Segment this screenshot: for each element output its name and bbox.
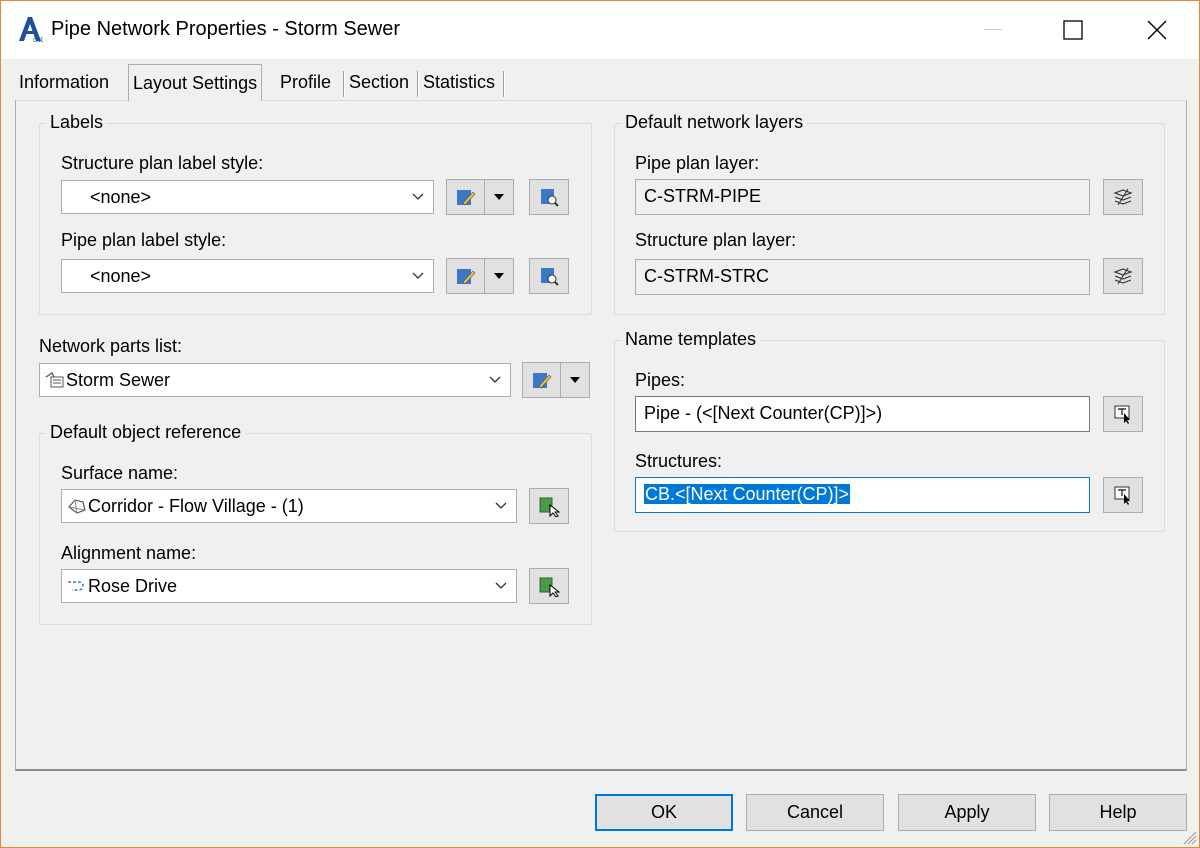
window-title: Pipe Network Properties - Storm Sewer [51, 18, 401, 40]
style-detail-icon [541, 268, 559, 286]
structures-template-edit-button[interactable] [1103, 477, 1143, 513]
pipe-layer-button[interactable] [1103, 179, 1143, 215]
structure-label-style-detail-button[interactable] [529, 179, 569, 215]
close-icon [1147, 20, 1167, 40]
help-button[interactable]: Help [1049, 794, 1187, 831]
structure-label-style-dropdown[interactable]: <none> [61, 180, 434, 214]
pipes-template-label: Pipes: [635, 370, 686, 390]
minimize-button[interactable] [947, 1, 1039, 59]
structure-label-style-label: Structure plan label style: [61, 153, 264, 173]
chevron-down-icon [486, 502, 516, 510]
style-detail-icon [541, 189, 559, 207]
chevron-down-icon [486, 582, 516, 590]
structures-template-label: Structures: [635, 451, 723, 471]
surface-name-dropdown[interactable]: Corridor - Flow Village - (1) [61, 489, 517, 523]
apply-button[interactable]: Apply [898, 794, 1036, 831]
close-button[interactable] [1111, 1, 1200, 59]
structure-layer-field[interactable]: C-STRM-STRC [635, 259, 1090, 295]
surface-pick-button[interactable] [529, 488, 569, 524]
surface-name-value: Corridor - Flow Village - (1) [88, 495, 304, 516]
selected-text: CB.<[Next Counter(CP)]> [644, 484, 851, 504]
maximize-button[interactable] [1027, 1, 1119, 59]
pipes-template-edit-button[interactable] [1103, 396, 1143, 432]
alignment-name-value: Rose Drive [88, 575, 178, 596]
dropdown-arrow-icon[interactable] [485, 180, 513, 214]
pipe-label-style-dropdown[interactable]: <none> [61, 259, 434, 293]
tab-separator [503, 71, 505, 97]
object-reference-group-title: Default object reference [46, 422, 246, 443]
surface-name-label: Surface name: [61, 463, 179, 483]
pipe-label-style-edit-split-button[interactable] [446, 258, 514, 294]
structures-template-field[interactable]: CB.<[Next Counter(CP)]> [635, 477, 1090, 513]
edit-style-icon[interactable] [447, 259, 485, 293]
title-bar[interactable]: C3D Pipe Network Properties - Storm Sewe… [1, 1, 1199, 59]
layers-icon [1113, 188, 1133, 206]
cancel-button[interactable]: Cancel [746, 794, 884, 831]
pipe-label-style-value: <none> [90, 265, 152, 286]
parts-list-selection: Storm Sewer [40, 370, 480, 391]
chevron-down-icon [403, 193, 433, 201]
resize-grip-icon[interactable] [1179, 827, 1197, 845]
structure-layer-button[interactable] [1103, 258, 1143, 294]
parts-list-label: Network parts list: [39, 336, 183, 356]
pipe-layer-label: Pipe plan layer: [635, 153, 760, 173]
svg-text:C3D: C3D [33, 38, 43, 43]
name-template-icon [1114, 405, 1130, 424]
edit-style-icon[interactable] [447, 180, 485, 214]
civil3d-app-icon: C3D [19, 17, 43, 43]
alignment-name-label: Alignment name: [61, 543, 197, 563]
structure-label-style-edit-split-button[interactable] [446, 179, 514, 215]
labels-group-title: Labels [46, 112, 108, 133]
structure-layer-label: Structure plan layer: [635, 230, 797, 250]
surface-selection: Corridor - Flow Village - (1) [62, 496, 486, 517]
chevron-down-icon [480, 376, 510, 384]
tab-profile[interactable]: Profile [276, 67, 335, 101]
alignment-name-dropdown[interactable]: Rose Drive [61, 569, 517, 603]
structure-label-style-value: <none> [90, 186, 152, 207]
maximize-icon [1063, 20, 1083, 40]
dropdown-arrow-icon[interactable] [561, 363, 589, 397]
network-layers-group-title: Default network layers [621, 112, 808, 133]
chevron-down-icon [403, 272, 433, 280]
pick-from-drawing-icon [539, 497, 560, 517]
alignment-selection: Rose Drive [62, 576, 486, 597]
layers-icon [1113, 267, 1133, 285]
dropdown-arrow-icon[interactable] [485, 259, 513, 293]
alignment-pick-button[interactable] [529, 568, 569, 604]
ok-button[interactable]: OK [595, 794, 733, 831]
pipes-template-field[interactable]: Pipe - (<[Next Counter(CP)]>) [635, 396, 1090, 432]
alignment-icon [68, 581, 84, 591]
name-templates-group-title: Name templates [621, 329, 761, 350]
edit-style-icon[interactable] [523, 363, 561, 397]
dialog-window: C3D Pipe Network Properties - Storm Sewe… [0, 0, 1200, 848]
pipe-layer-field[interactable]: C-STRM-PIPE [635, 179, 1090, 215]
pipe-label-style-detail-button[interactable] [529, 258, 569, 294]
pipe-label-style-label: Pipe plan label style: [61, 230, 227, 250]
tab-layout-settings[interactable]: Layout Settings [128, 64, 263, 101]
tab-section[interactable]: Section [345, 67, 413, 101]
name-template-icon [1114, 486, 1130, 505]
surface-icon [68, 499, 86, 514]
pick-from-drawing-icon [539, 577, 560, 597]
tab-statistics[interactable]: Statistics [419, 67, 499, 101]
parts-list-edit-split-button[interactable] [522, 362, 590, 398]
minimize-icon [984, 29, 1002, 30]
tab-information[interactable]: Information [15, 67, 113, 101]
parts-list-value: Storm Sewer [66, 369, 171, 390]
parts-list-icon [45, 372, 64, 388]
parts-list-dropdown[interactable]: Storm Sewer [39, 363, 511, 397]
